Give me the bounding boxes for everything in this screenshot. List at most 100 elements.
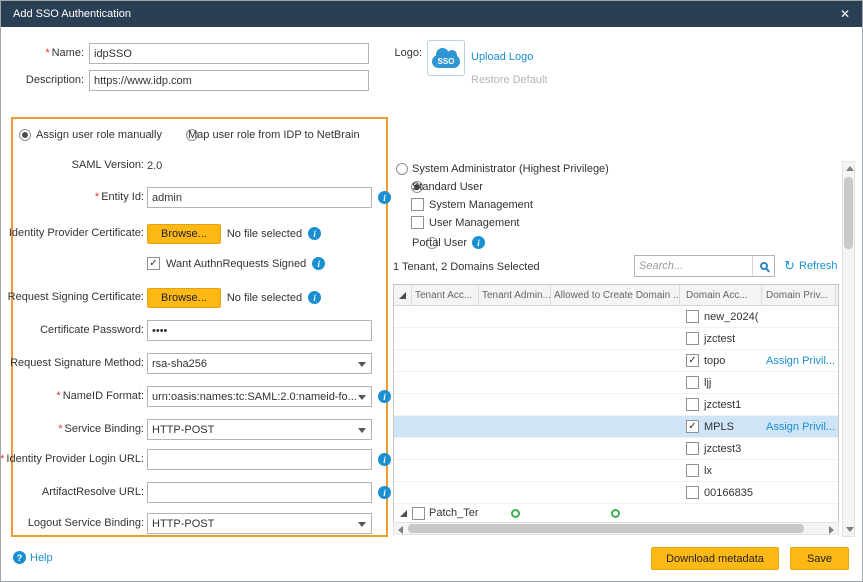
header-expander[interactable] — [394, 285, 412, 305]
info-icon[interactable]: i — [308, 227, 321, 240]
add-sso-dialog: Add SSO Authentication ✕ *Name: Descript… — [0, 0, 863, 582]
domain-checkbox[interactable] — [686, 464, 699, 477]
artifact-url-input[interactable] — [147, 482, 372, 503]
tenant-checkbox[interactable] — [412, 507, 425, 520]
domain-checkbox[interactable]: ✓ — [686, 354, 699, 367]
info-icon[interactable]: i — [312, 257, 325, 270]
user-management-checkbox[interactable] — [411, 216, 424, 229]
certificate-password-input[interactable] — [147, 320, 372, 341]
table-row[interactable]: lx — [394, 460, 838, 482]
signature-method-select[interactable]: rsa-sha256 — [147, 353, 372, 374]
scroll-left-icon[interactable] — [398, 526, 403, 534]
want-authn-label: Want AuthnRequests Signed — [166, 258, 306, 270]
service-binding-row: *Service Binding: HTTP-POST — [13, 419, 386, 440]
signing-certificate-label: Request Signing Certificate: — [8, 287, 144, 308]
table-row[interactable]: new_2024( — [394, 306, 838, 328]
assign-role-manually-label: Assign user role manually — [36, 125, 162, 146]
chevron-down-icon — [358, 522, 366, 527]
required-mark: * — [0, 453, 4, 465]
idp-certificate-filename: No file selected — [227, 228, 302, 240]
want-authn-checkbox[interactable]: ✓ — [147, 257, 160, 270]
idp-login-url-input[interactable] — [147, 449, 372, 470]
service-binding-label: *Service Binding: — [58, 419, 144, 440]
close-icon[interactable]: ✕ — [840, 8, 850, 20]
info-icon[interactable]: i — [472, 236, 485, 249]
logo-label: Logo: — [394, 43, 422, 64]
table-row[interactable]: ljj — [394, 372, 838, 394]
header-allowed-create-domain[interactable]: Allowed to Create Domain ... — [551, 285, 680, 305]
scroll-down-icon[interactable] — [846, 527, 854, 532]
saml-version-label: SAML Version: — [72, 155, 144, 176]
system-admin-radio[interactable] — [396, 163, 408, 175]
header-domain-access[interactable]: Domain Acc... — [680, 285, 762, 305]
info-icon[interactable]: i — [378, 486, 391, 499]
assign-privileges-link[interactable]: Assign Privil... — [766, 421, 835, 433]
name-input[interactable] — [89, 43, 369, 64]
info-icon[interactable]: i — [378, 453, 391, 466]
save-button[interactable]: Save — [790, 547, 849, 570]
restore-default-link[interactable]: Restore Default — [471, 70, 547, 91]
signing-certificate-browse-button[interactable]: Browse... — [147, 288, 221, 308]
info-icon[interactable]: i — [378, 191, 391, 204]
role-mode-row: Assign user role manually Map user role … — [13, 125, 386, 146]
domain-checkbox[interactable] — [686, 376, 699, 389]
description-input[interactable] — [89, 70, 369, 91]
table-row[interactable]: ✓topoAssign Privil... — [394, 350, 838, 372]
domain-name: jzctest — [704, 333, 735, 345]
logo-preview: SSO — [427, 40, 465, 76]
chevron-down-icon — [358, 395, 366, 400]
refresh-link[interactable]: Refresh — [799, 258, 838, 275]
table-row[interactable]: 00166835 — [394, 482, 838, 504]
tenant-name: Patch_Ter — [429, 507, 479, 519]
search-box — [634, 255, 775, 277]
scroll-right-icon[interactable] — [829, 526, 834, 534]
refresh-icon[interactable]: ↻ — [784, 259, 795, 272]
tenant-row[interactable]: Patch_Ter — [394, 504, 838, 523]
domain-checkbox[interactable] — [686, 332, 699, 345]
expand-icon[interactable] — [400, 510, 407, 517]
system-management-checkbox[interactable] — [411, 198, 424, 211]
required-mark: * — [56, 390, 60, 402]
artifact-url-row: ArtifactResolve URL: i — [13, 482, 386, 503]
table-row[interactable]: jzctest1 — [394, 394, 838, 416]
sso-settings-panel: Assign user role manually Map user role … — [11, 117, 388, 537]
info-icon[interactable]: i — [378, 390, 391, 403]
entity-id-input[interactable] — [147, 187, 372, 208]
domain-checkbox[interactable] — [686, 442, 699, 455]
status-ring-icon — [511, 509, 520, 518]
scroll-up-icon[interactable] — [846, 166, 854, 171]
logout-binding-select[interactable]: HTTP-POST — [147, 513, 372, 534]
search-icon[interactable] — [752, 256, 774, 276]
table-row[interactable]: jzctest3 — [394, 438, 838, 460]
horizontal-scrollbar-thumb[interactable] — [408, 524, 804, 533]
help-icon[interactable]: ? — [13, 551, 26, 564]
idp-certificate-browse-button[interactable]: Browse... — [147, 224, 221, 244]
domain-checkbox[interactable] — [686, 398, 699, 411]
service-binding-select[interactable]: HTTP-POST — [147, 419, 372, 440]
domain-checkbox[interactable]: ✓ — [686, 420, 699, 433]
vertical-scrollbar-thumb[interactable] — [844, 177, 853, 249]
entity-id-label: *Entity Id: — [95, 187, 144, 208]
table-row[interactable]: jzctest — [394, 328, 838, 350]
info-icon[interactable]: i — [308, 291, 321, 304]
domain-checkbox[interactable] — [686, 310, 699, 323]
nameid-format-select[interactable]: urn:oasis:names:tc:SAML:2.0:nameid-fo... — [147, 386, 372, 407]
domain-checkbox[interactable] — [686, 486, 699, 499]
required-mark: * — [58, 423, 62, 435]
user-management-label: User Management — [429, 215, 520, 232]
system-management-label: System Management — [429, 197, 533, 214]
download-metadata-button[interactable]: Download metadata — [651, 547, 779, 570]
table-header: Tenant Acc... Tenant Admin... Allowed to… — [394, 285, 838, 306]
logout-binding-row: Logout Service Binding: HTTP-POST — [13, 513, 386, 534]
assign-role-manually-radio[interactable] — [19, 129, 31, 141]
table-row[interactable]: ✓MPLSAssign Privil... — [394, 416, 838, 438]
header-domain-privilege[interactable]: Domain Priv... — [762, 285, 836, 305]
horizontal-scrollbar[interactable] — [393, 522, 839, 535]
header-tenant-access[interactable]: Tenant Acc... — [412, 285, 479, 305]
expand-icon — [399, 292, 406, 299]
assign-privileges-link[interactable]: Assign Privil... — [766, 355, 835, 367]
header-tenant-admin[interactable]: Tenant Admin... — [479, 285, 551, 305]
help-link[interactable]: Help — [30, 552, 53, 564]
vertical-scrollbar[interactable] — [842, 161, 855, 537]
upload-logo-link[interactable]: Upload Logo — [471, 47, 533, 68]
